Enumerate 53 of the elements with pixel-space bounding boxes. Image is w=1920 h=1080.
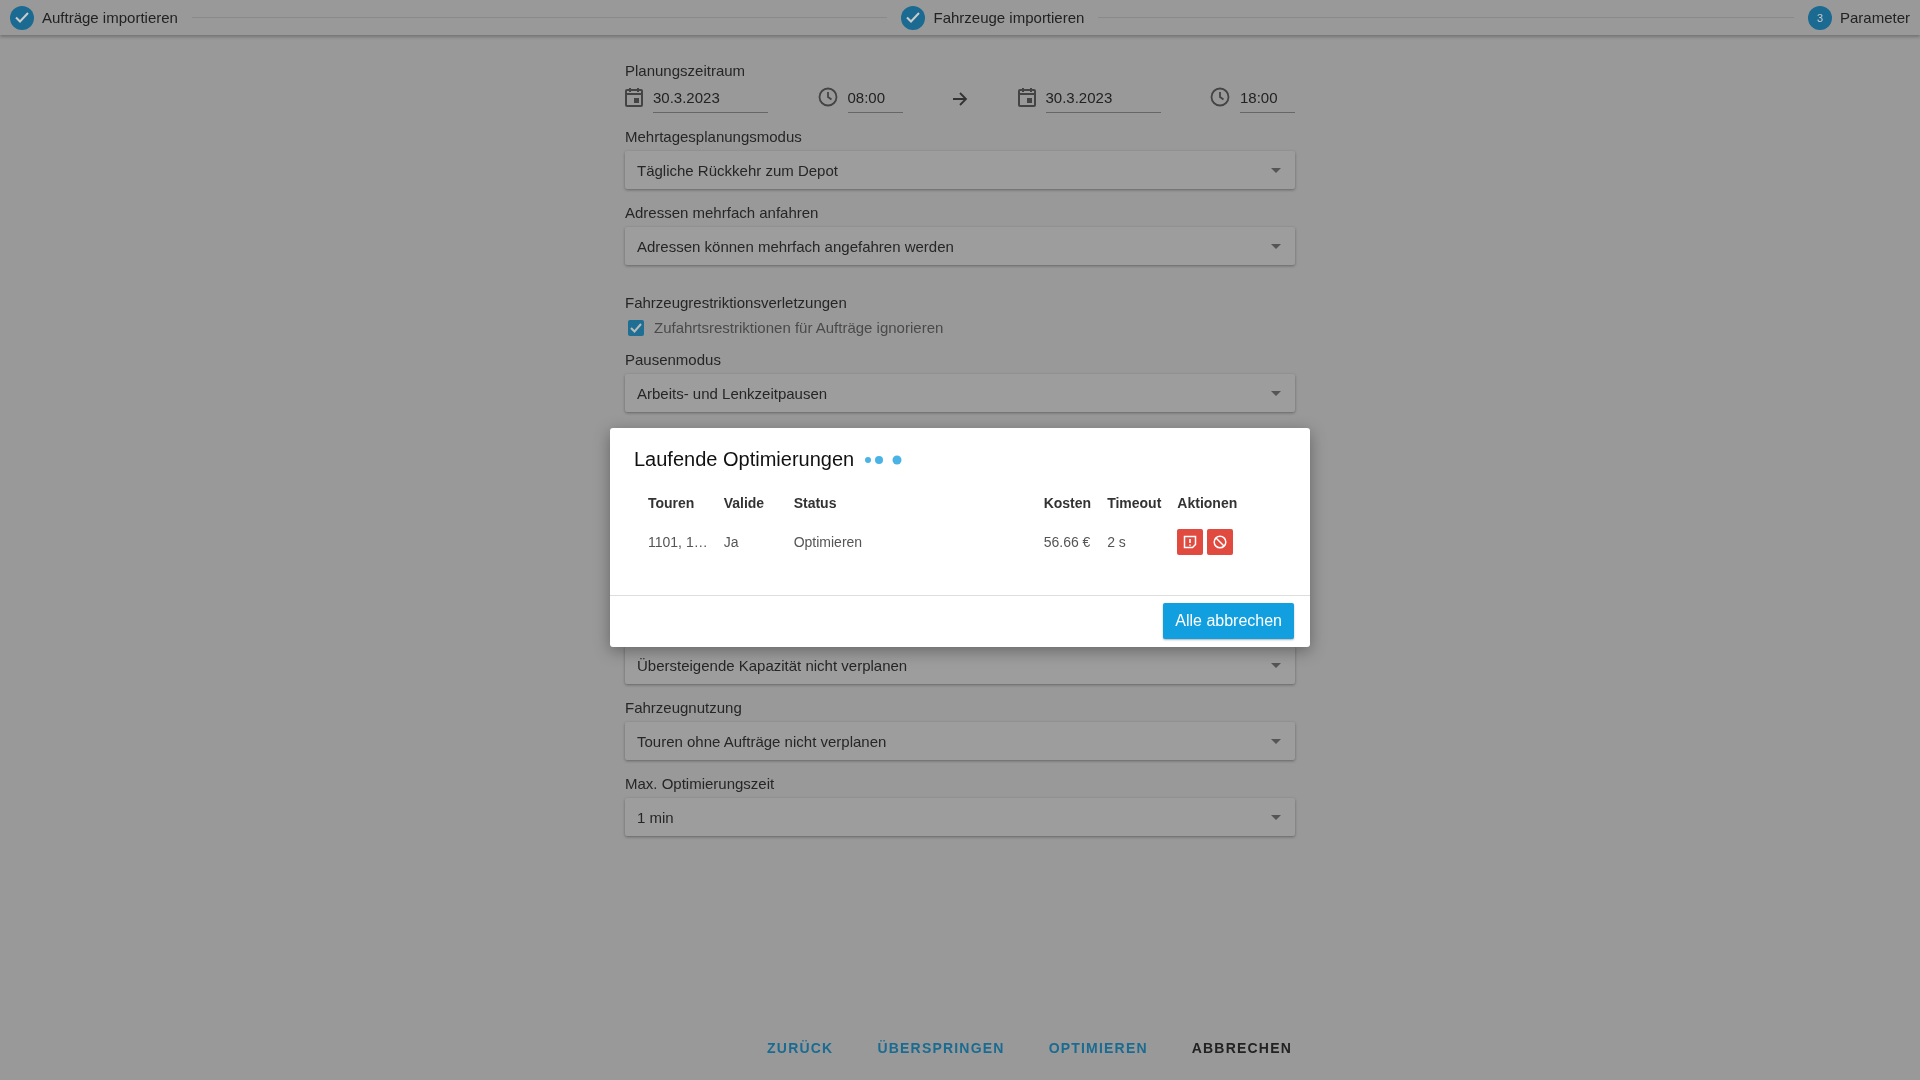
column-header: Aktionen: [1176, 494, 1239, 513]
dropdown-field[interactable]: Übersteigende Kapazität nicht verplanen: [625, 646, 1295, 684]
footer-button[interactable]: ABBRECHEN: [1179, 1032, 1304, 1064]
column-header: Status: [792, 494, 838, 513]
arrow-right-icon: [952, 92, 968, 106]
dropdown-field[interactable]: Touren ohne Aufträge nicht verplanen: [625, 722, 1295, 760]
dropdown-field[interactable]: Adressen können mehrfach angefahren werden: [625, 227, 1295, 265]
column-header: Timeout: [1106, 494, 1163, 513]
loading-dots-icon: [864, 454, 903, 465]
cancel-all-button[interactable]: Alle abbrechen: [1163, 603, 1294, 639]
dialog-title: Laufende Optimierungen: [634, 448, 855, 471]
time-field[interactable]: 08:00: [847, 85, 903, 113]
stepper-step[interactable]: Aufträge importieren: [10, 5, 178, 30]
dropdown-caret-icon: [1271, 662, 1281, 668]
dropdown-field[interactable]: 1 min: [625, 798, 1295, 836]
checkbox[interactable]: [628, 319, 644, 336]
field-label: Pausenmodus: [625, 350, 722, 370]
step-number: 3: [1808, 5, 1832, 30]
dropdown-caret-icon: [1271, 738, 1281, 744]
stepper-step[interactable]: 3 Parameter: [1808, 5, 1910, 30]
checkbox-label[interactable]: Zufahrtsrestriktionen für Aufträge ignorieren: [654, 319, 944, 336]
dropdown-caret-icon: [1271, 243, 1281, 249]
dropdown-caret-icon: [1271, 390, 1281, 396]
column-header: Valide: [722, 494, 766, 513]
time-field[interactable]: 18:00: [1240, 85, 1295, 113]
date-field[interactable]: 30.3.2023: [653, 85, 768, 113]
cancel-button[interactable]: [1207, 529, 1234, 555]
table-cell-text: 56.66 €: [1042, 533, 1092, 552]
field-label: Fahrzeugrestriktionsverletzungen: [625, 293, 848, 313]
table-cell-text: 1101, 1…: [647, 533, 709, 552]
dropdown-field[interactable]: Arbeits- und Lenkzeitpausen: [625, 374, 1295, 412]
date-field[interactable]: 30.3.2023: [1045, 85, 1161, 113]
report-button[interactable]: [1177, 529, 1204, 555]
column-header: Touren: [647, 494, 696, 513]
field-label: Adressen mehrfach anfahren: [625, 203, 820, 223]
clock-icon: [1210, 87, 1230, 107]
dropdown-caret-icon: [1271, 167, 1281, 173]
table-cell-text: Ja: [722, 533, 740, 552]
dropdown-caret-icon: [1271, 814, 1281, 820]
dropdown-field[interactable]: Tägliche Rückkehr zum Depot: [625, 151, 1295, 189]
table-cell-text: 2 s: [1106, 533, 1127, 552]
calendar-icon: [1017, 87, 1036, 107]
column-header: Kosten: [1042, 494, 1093, 513]
stepper-step[interactable]: Fahrzeuge importieren: [901, 5, 1085, 30]
field-label: Fahrzeugnutzung: [625, 698, 743, 718]
block-icon: [1213, 535, 1228, 549]
field-label: Mehrtagesplanungsmodus: [625, 127, 803, 147]
report-icon: [1183, 535, 1198, 549]
field-label: Planungszeitraum: [625, 61, 747, 81]
field-label: Max. Optimierungszeit: [625, 774, 776, 794]
clock-icon: [817, 87, 838, 107]
table-cell-text: Optimieren: [792, 533, 864, 552]
calendar-icon: [625, 87, 643, 107]
